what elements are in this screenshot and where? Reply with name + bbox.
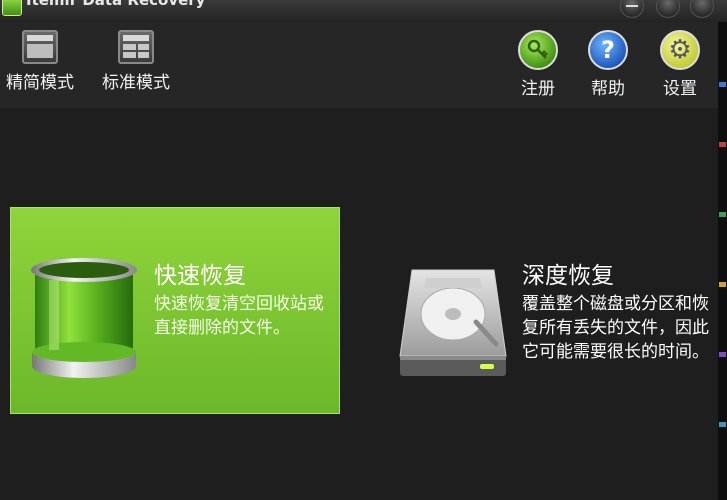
window-title: Itemir Data Recovery <box>26 0 206 9</box>
window-edge <box>718 22 727 500</box>
register-button[interactable]: 注册 <box>518 30 558 99</box>
toolbar: 精简模式 标准模式 注册 ? 帮助 ⚙ 设置 <box>0 22 718 108</box>
key-icon <box>518 30 558 70</box>
quick-recovery-description: 快速恢复清空回收站或直接删除的文件。 <box>154 294 324 338</box>
settings-label: 设置 <box>663 79 697 99</box>
minimize-button[interactable] <box>620 0 644 18</box>
recycle-bin-icon <box>31 258 137 378</box>
settings-button[interactable]: ⚙ 设置 <box>660 30 700 99</box>
close-button[interactable] <box>690 0 714 18</box>
standard-mode-icon <box>118 30 154 64</box>
standard-mode-label: 标准模式 <box>102 73 170 93</box>
quick-recovery-card[interactable]: 快速恢复 快速恢复清空回收站或直接删除的文件。 <box>10 207 340 414</box>
deep-recovery-title: 深度恢复 <box>522 263 614 289</box>
deep-recovery-description: 覆盖整个磁盘或分区和恢复所有丢失的文件，因此它可能需要很长的时间。 <box>522 294 709 362</box>
standard-mode-button[interactable]: 标准模式 <box>102 30 170 93</box>
help-label: 帮助 <box>591 79 625 99</box>
compact-mode-button[interactable]: 精简模式 <box>6 30 74 93</box>
help-icon: ? <box>588 30 628 70</box>
compact-mode-label: 精简模式 <box>6 73 74 93</box>
quick-recovery-title: 快速恢复 <box>154 263 246 289</box>
app-logo-icon <box>2 0 22 16</box>
gear-icon: ⚙ <box>660 30 700 70</box>
register-label: 注册 <box>521 79 555 99</box>
help-button[interactable]: ? 帮助 <box>588 30 628 99</box>
compact-mode-icon <box>22 30 58 64</box>
hard-drive-icon <box>399 269 507 376</box>
deep-recovery-card[interactable]: 深度恢复 覆盖整个磁盘或分区和恢复所有丢失的文件，因此它可能需要很长的时间。 <box>378 236 718 436</box>
maximize-button[interactable] <box>656 0 680 18</box>
title-bar: Itemir Data Recovery <box>0 0 727 22</box>
